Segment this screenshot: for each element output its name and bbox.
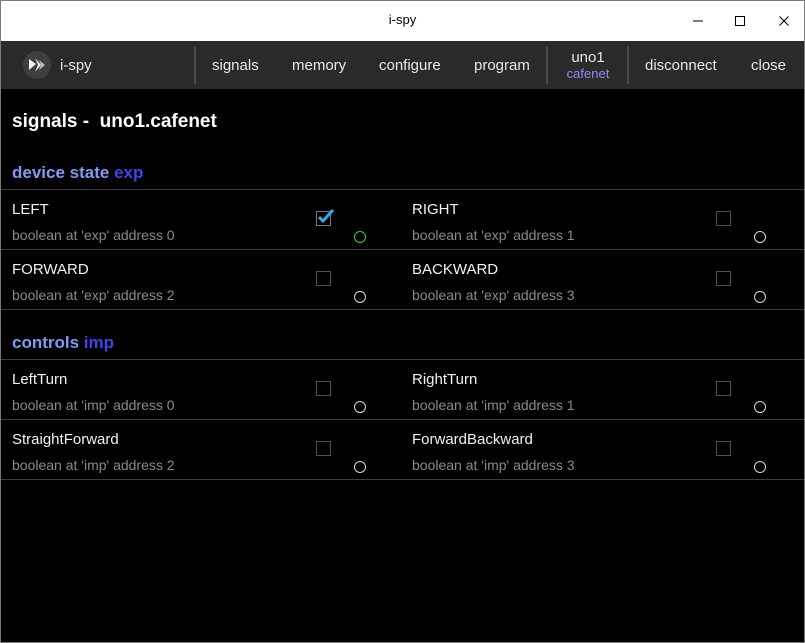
signal-name: StraightForward	[12, 431, 119, 448]
status-led-icon	[354, 231, 366, 243]
nav-program-button[interactable]: program	[474, 57, 530, 74]
nav-configure-button[interactable]: configure	[379, 57, 441, 74]
kivy-logo-icon	[29, 58, 45, 72]
divider	[1, 309, 804, 310]
status-led-icon	[354, 401, 366, 413]
signals-page: signals - uno1.cafenet device state exp …	[1, 89, 804, 642]
divider	[1, 479, 804, 480]
close-icon	[779, 16, 789, 26]
signal-row: RightTurn boolean at 'imp' address 1	[401, 359, 801, 419]
section-tag: exp	[114, 163, 144, 182]
maximize-button[interactable]	[718, 1, 762, 41]
signal-checkbox[interactable]	[316, 441, 331, 456]
signal-checkbox[interactable]	[716, 441, 731, 456]
signal-name: RIGHT	[412, 201, 459, 218]
status-led-icon	[754, 291, 766, 303]
signal-row: BACKWARD boolean at 'exp' address 3	[401, 249, 801, 309]
minimize-button[interactable]	[676, 1, 720, 41]
status-led-icon	[354, 291, 366, 303]
signal-checkbox[interactable]	[316, 208, 335, 226]
device-name: uno1	[571, 49, 605, 66]
signal-description: boolean at 'imp' address 2	[12, 457, 175, 473]
window-titlebar[interactable]: i-spy	[1, 1, 804, 41]
signal-row: RIGHT boolean at 'exp' address 1	[401, 189, 801, 249]
maximize-icon	[735, 16, 745, 26]
signal-name: BACKWARD	[412, 261, 499, 278]
signal-checkbox[interactable]	[316, 271, 331, 286]
signal-description: boolean at 'imp' address 0	[12, 397, 175, 413]
signal-description: boolean at 'exp' address 3	[412, 287, 575, 303]
disconnect-button[interactable]: disconnect	[645, 57, 717, 74]
checkmark-icon	[317, 208, 335, 224]
signal-row: LEFT boolean at 'exp' address 0	[1, 189, 401, 249]
status-led-icon	[754, 401, 766, 413]
app-name: i-spy	[60, 57, 92, 74]
section-title-controls: controls imp	[12, 333, 114, 353]
app-action-bar: i-spy signals memory configure program u…	[1, 41, 804, 89]
status-led-icon	[354, 461, 366, 473]
status-led-icon	[754, 461, 766, 473]
minimize-icon	[693, 20, 703, 22]
section-label: device state	[12, 163, 110, 182]
device-host: cafenet	[566, 66, 610, 81]
window-close-button[interactable]	[762, 1, 804, 41]
signal-row: LeftTurn boolean at 'imp' address 0	[1, 359, 401, 419]
signal-name: RightTurn	[412, 371, 478, 388]
signal-name: ForwardBackward	[412, 431, 533, 448]
signal-name: LeftTurn	[12, 371, 68, 388]
signal-checkbox[interactable]	[716, 381, 731, 396]
signal-description: boolean at 'imp' address 1	[412, 397, 575, 413]
nav-memory-button[interactable]: memory	[292, 57, 346, 74]
signal-description: boolean at 'exp' address 1	[412, 227, 575, 243]
device-selector[interactable]: uno1 cafenet	[549, 49, 627, 82]
signal-checkbox[interactable]	[716, 211, 731, 226]
nav-separator	[627, 46, 629, 84]
close-button[interactable]: close	[751, 57, 786, 74]
app-logo[interactable]	[23, 51, 51, 79]
signal-description: boolean at 'exp' address 2	[12, 287, 175, 303]
signal-description: boolean at 'exp' address 0	[12, 227, 175, 243]
section-label: controls	[12, 333, 80, 352]
section-title-device-state: device state exp	[12, 163, 143, 183]
signal-name: FORWARD	[12, 261, 89, 278]
signal-checkbox[interactable]	[716, 271, 731, 286]
signal-description: boolean at 'imp' address 3	[412, 457, 575, 473]
signal-row: ForwardBackward boolean at 'imp' address…	[401, 419, 801, 479]
signal-name: LEFT	[12, 201, 49, 218]
app-window: i-spy i-spy signals memory configure pro…	[0, 0, 805, 643]
nav-signals-button[interactable]: signals	[212, 57, 259, 74]
nav-separator	[546, 46, 548, 84]
status-led-icon	[754, 231, 766, 243]
signal-row: StraightForward boolean at 'imp' address…	[1, 419, 401, 479]
nav-separator	[194, 46, 196, 84]
signal-row: FORWARD boolean at 'exp' address 2	[1, 249, 401, 309]
section-tag: imp	[83, 333, 115, 352]
signal-checkbox[interactable]	[316, 381, 331, 396]
page-title: signals - uno1.cafenet	[12, 111, 217, 132]
